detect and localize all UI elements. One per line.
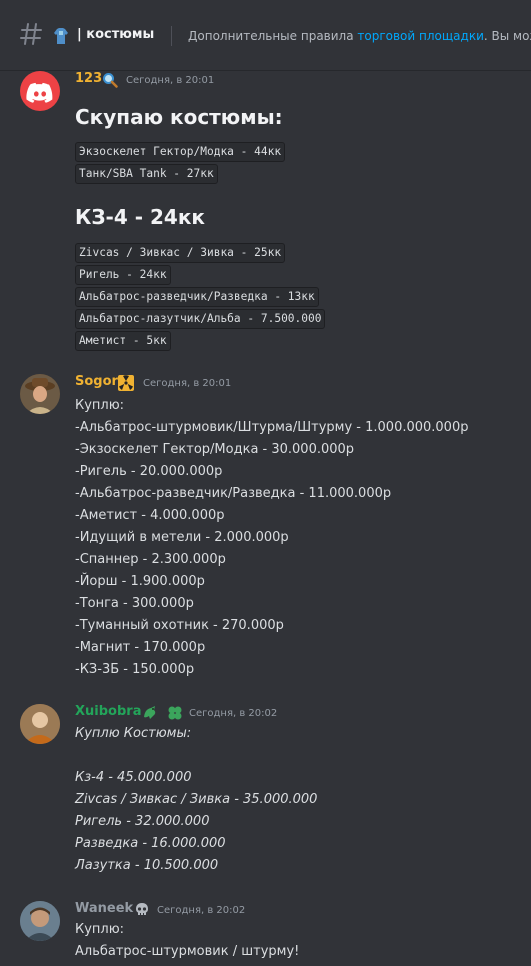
message-line: -Экзоскелет Гектор/Модка - 30.000.000р xyxy=(75,442,355,457)
inline-code: Альбатрос-разведчик/Разведка - 13кк xyxy=(75,287,319,307)
message-line: Куплю: xyxy=(75,398,125,413)
message-line: -Туманный охотник - 270.000р xyxy=(75,618,284,633)
message-waneek: Waneek Сегодня, в 20:02 Куплю: Альбатрос… xyxy=(0,901,531,966)
author-name[interactable]: Sogor xyxy=(75,374,118,389)
message-line: Куплю: xyxy=(75,922,125,937)
avatar[interactable] xyxy=(20,704,60,744)
message-heading: КЗ-4 - 24кк xyxy=(75,205,205,229)
message-line: Кз-4 - 45.000.000 xyxy=(75,770,192,785)
avatar-image xyxy=(20,374,60,414)
clover-emoji-icon xyxy=(168,706,182,720)
message-sogor: Sogor Сегодня, в 20:01 Куплю: -Альбатрос… xyxy=(0,374,531,684)
author-name[interactable]: Waneek xyxy=(75,901,133,916)
message-xuibobra: Xuibobra Сегодня, в 20:02 Куплю Костюмы:… xyxy=(0,704,531,884)
avatar[interactable] xyxy=(20,901,60,941)
message-line: Разведка - 16.000.000 xyxy=(75,836,226,851)
skull-emoji-icon xyxy=(136,903,148,915)
header-divider xyxy=(171,26,172,46)
message-line: -Спаннер - 2.300.000р xyxy=(75,552,226,567)
message-line: -Альбатрос-штурмовик/Штурма/Штурму - 1.0… xyxy=(75,420,469,435)
message-line: Лазутка - 10.500.000 xyxy=(75,858,219,873)
inline-code: Танк/SBA Tank - 27кк xyxy=(75,164,218,184)
message-line: -Ригель - 20.000.000р xyxy=(75,464,223,479)
inline-code: Экзоскелет Гектор/Модка - 44кк xyxy=(75,142,286,162)
inline-code: Аметист - 5кк xyxy=(75,331,171,351)
inline-code: Альбатрос-лазутчик/Альба - 7.500.000 xyxy=(75,309,326,329)
author-name[interactable]: Xuibobra xyxy=(75,704,141,719)
hashtag-icon xyxy=(20,23,42,45)
timestamp[interactable]: Сегодня, в 20:02 xyxy=(189,708,277,719)
channel-header: | костюмы Дополнительные правила торгово… xyxy=(0,0,531,71)
channel-name-text: костюмы xyxy=(86,27,155,42)
message-line: -КЗ-3Б - 150.000р xyxy=(75,662,195,677)
message-line: -Йорш - 1.900.000р xyxy=(75,574,205,589)
inline-code: Ригель - 24кк xyxy=(75,265,171,285)
avatar-image xyxy=(20,704,60,744)
message-line: Куплю Костюмы: xyxy=(75,726,192,741)
topic-prefix: Дополнительные правила xyxy=(188,29,358,43)
channel-name[interactable]: | костюмы xyxy=(77,27,154,42)
suit-emoji-icon xyxy=(54,28,68,44)
message-123: 123 Сегодня, в 20:01 Скупаю костюмы: Экз… xyxy=(0,71,531,356)
message-line: Zivcas / Зивкас / Зивка - 35.000.000 xyxy=(75,792,318,807)
message-line: -Аметист - 4.000.000р xyxy=(75,508,225,523)
message-line: Ригель - 32.000.000 xyxy=(75,814,210,829)
message-line: -Альбатрос-разведчик/Разведка - 11.000.0… xyxy=(75,486,392,501)
avatar[interactable] xyxy=(20,71,60,111)
topic-link[interactable]: торговой площадки xyxy=(357,29,483,43)
dragon-emoji-icon xyxy=(144,706,156,719)
avatar-image xyxy=(20,901,60,941)
channel-topic[interactable]: Дополнительные правила торговой площадки… xyxy=(188,29,531,43)
message-line: -Магнит - 170.000р xyxy=(75,640,206,655)
timestamp[interactable]: Сегодня, в 20:01 xyxy=(126,75,214,86)
magnifier-emoji-icon xyxy=(103,73,118,88)
avatar[interactable] xyxy=(20,374,60,414)
topic-suffix: . Вы мож xyxy=(483,29,531,43)
message-line: Альбатрос-штурмовик / штурму! xyxy=(75,944,300,959)
author-name[interactable]: 123 xyxy=(75,71,102,86)
timestamp[interactable]: Сегодня, в 20:02 xyxy=(157,905,245,916)
inline-code: Zivcas / Зивкас / Зивка - 25кк xyxy=(75,243,286,263)
discord-logo-icon xyxy=(26,82,53,103)
timestamp[interactable]: Сегодня, в 20:01 xyxy=(143,378,231,389)
message-heading: Скупаю костюмы: xyxy=(75,105,283,129)
radioactive-emoji-icon xyxy=(118,375,134,391)
message-line: -Идущий в метели - 2.000.000р xyxy=(75,530,289,545)
message-line: -Тонга - 300.000р xyxy=(75,596,194,611)
